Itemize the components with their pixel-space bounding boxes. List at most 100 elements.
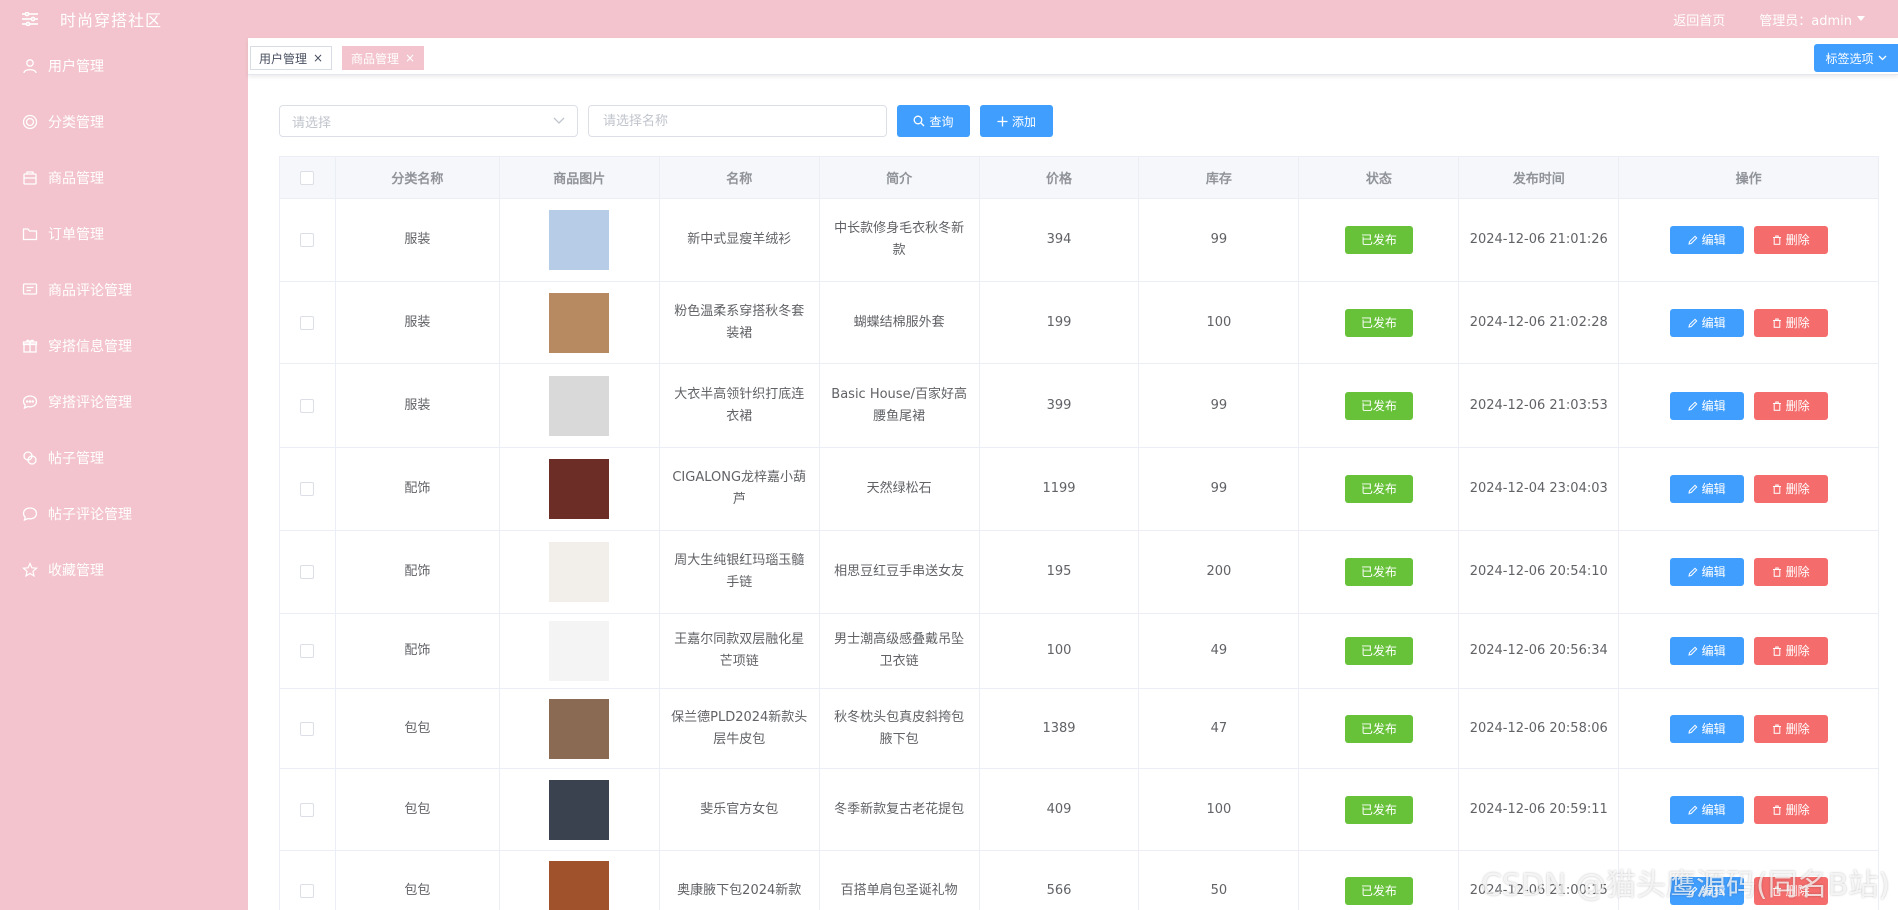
row-checkbox[interactable]	[300, 721, 315, 736]
add-button[interactable]: 添加	[980, 105, 1053, 137]
select-all-checkbox[interactable]	[300, 170, 315, 185]
query-label: 查询	[929, 114, 954, 129]
admin-dropdown[interactable]: 管理员：admin	[1759, 10, 1866, 29]
sidebar-item-categories[interactable]: 分类管理	[0, 94, 248, 150]
cell-price: 1199	[979, 448, 1140, 531]
edit-button[interactable]: 编辑	[1669, 475, 1744, 503]
cell-desc: 天然绿松石	[819, 448, 980, 531]
edit-label: 编辑	[1701, 644, 1726, 658]
cell-actions: 编辑 删除	[1619, 282, 1880, 364]
product-thumbnail[interactable]	[549, 459, 610, 519]
close-icon[interactable]: ×	[313, 51, 323, 65]
category-select[interactable]: 请选择	[279, 105, 578, 137]
row-checkbox[interactable]	[300, 398, 315, 413]
cell-status: 已发布	[1299, 282, 1460, 364]
sidebar-item-label: 穿搭信息管理	[48, 339, 132, 355]
edit-button[interactable]: 编辑	[1669, 391, 1744, 420]
edit-button[interactable]: 编辑	[1669, 308, 1744, 337]
status-badge: 已发布	[1344, 391, 1413, 420]
sidebar-item-posts[interactable]: 帖子管理	[0, 430, 248, 486]
header-actions: 操作	[1619, 157, 1880, 199]
select-cell	[280, 689, 336, 769]
star-icon	[22, 562, 38, 578]
cell-status: 已发布	[1299, 851, 1460, 910]
product-thumbnail[interactable]	[549, 292, 610, 353]
edit-button[interactable]: 编辑	[1669, 558, 1744, 586]
product-thumbnail[interactable]	[549, 698, 610, 759]
delete-button[interactable]: 删除	[1753, 558, 1828, 586]
row-checkbox[interactable]	[300, 233, 315, 247]
delete-button[interactable]: 删除	[1753, 391, 1828, 420]
cell-stock: 99	[1139, 199, 1300, 282]
cell-category: 服装	[335, 364, 500, 448]
cell-image	[499, 364, 660, 448]
product-thumbnail[interactable]	[549, 375, 610, 436]
name-search-input[interactable]	[588, 105, 887, 137]
sidebar-item-outfit-comments[interactable]: 穿搭评论管理	[0, 374, 248, 430]
edit-button[interactable]: 编辑	[1669, 226, 1744, 254]
row-checkbox[interactable]	[300, 883, 315, 898]
edit-icon	[1687, 805, 1698, 815]
sidebar-item-users[interactable]: 用户管理	[0, 38, 248, 94]
watermark: CSDN @猫头鹰源码(同名B站)	[1480, 868, 1890, 903]
sidebar-item-products[interactable]: 商品管理	[0, 150, 248, 206]
product-thumbnail[interactable]	[549, 779, 610, 840]
select-all-cell	[280, 157, 336, 199]
edit-button[interactable]: 编辑	[1669, 795, 1744, 824]
delete-label: 删除	[1785, 644, 1810, 658]
sidebar-item-favorites[interactable]: 收藏管理	[0, 542, 248, 598]
sidebar-item-outfit-info[interactable]: 穿搭信息管理	[0, 318, 248, 374]
home-link[interactable]: 返回首页	[1673, 10, 1725, 29]
row-checkbox[interactable]	[300, 644, 315, 658]
delete-button[interactable]: 删除	[1753, 475, 1828, 503]
cell-category: 配饰	[335, 614, 500, 689]
delete-button[interactable]: 删除	[1753, 308, 1828, 337]
app-title: 时尚穿搭社区	[60, 11, 163, 30]
cell-category: 服装	[335, 282, 500, 364]
delete-button[interactable]: 删除	[1753, 714, 1828, 743]
caret-down-icon	[1857, 16, 1865, 21]
delete-button[interactable]: 删除	[1753, 226, 1828, 254]
edit-icon	[1687, 484, 1698, 494]
tag-options-button[interactable]: 标签选项	[1814, 44, 1898, 72]
close-icon[interactable]: ×	[405, 51, 415, 65]
delete-button[interactable]: 删除	[1753, 637, 1828, 665]
product-thumbnail[interactable]	[549, 860, 610, 910]
menu-toggle-icon[interactable]	[20, 9, 40, 29]
status-badge: 已发布	[1344, 226, 1413, 254]
sidebar: 用户管理 分类管理 商品管理 订单管理 商品评论管理 穿搭信息管理 穿搭评论管理…	[0, 38, 248, 910]
trash-icon	[1772, 567, 1781, 577]
edit-button[interactable]: 编辑	[1669, 637, 1744, 665]
select-cell	[280, 448, 336, 531]
sidebar-item-product-comments[interactable]: 商品评论管理	[0, 262, 248, 318]
chat-icon	[22, 395, 38, 410]
cell-time: 2024-12-06 21:01:26	[1459, 199, 1620, 282]
edit-icon	[1687, 567, 1698, 577]
product-thumbnail[interactable]	[549, 210, 610, 270]
tab-user-management[interactable]: 用户管理 ×	[250, 46, 333, 70]
admin-label: 管理员：admin	[1759, 13, 1852, 29]
delete-label: 删除	[1785, 721, 1810, 736]
tab-product-management[interactable]: 商品管理 ×	[342, 46, 425, 70]
sidebar-item-post-comments[interactable]: 帖子评论管理	[0, 486, 248, 542]
user-icon	[23, 59, 37, 74]
product-thumbnail[interactable]	[549, 621, 610, 681]
query-button[interactable]: 查询	[897, 105, 970, 137]
bubble-icon	[22, 507, 38, 522]
folder-icon	[22, 228, 38, 241]
table-row: 包包 保兰德PLD2024新款头层牛皮包 秋冬枕头包真皮斜挎包腋下包 1389 47 已发…	[280, 689, 1880, 769]
product-thumbnail[interactable]	[549, 542, 610, 602]
trash-icon	[1772, 484, 1781, 494]
row-checkbox[interactable]	[300, 315, 315, 330]
sidebar-item-orders[interactable]: 订单管理	[0, 206, 248, 262]
row-checkbox[interactable]	[300, 565, 315, 579]
sidebar-item-label: 商品评论管理	[48, 283, 132, 299]
edit-button[interactable]: 编辑	[1669, 714, 1744, 743]
delete-button[interactable]: 删除	[1753, 795, 1828, 824]
row-checkbox[interactable]	[300, 482, 315, 496]
cell-status: 已发布	[1299, 769, 1460, 851]
cell-stock: 49	[1139, 614, 1300, 689]
cell-category: 包包	[336, 851, 500, 910]
row-checkbox[interactable]	[300, 802, 315, 817]
select-placeholder: 请选择	[292, 115, 332, 131]
